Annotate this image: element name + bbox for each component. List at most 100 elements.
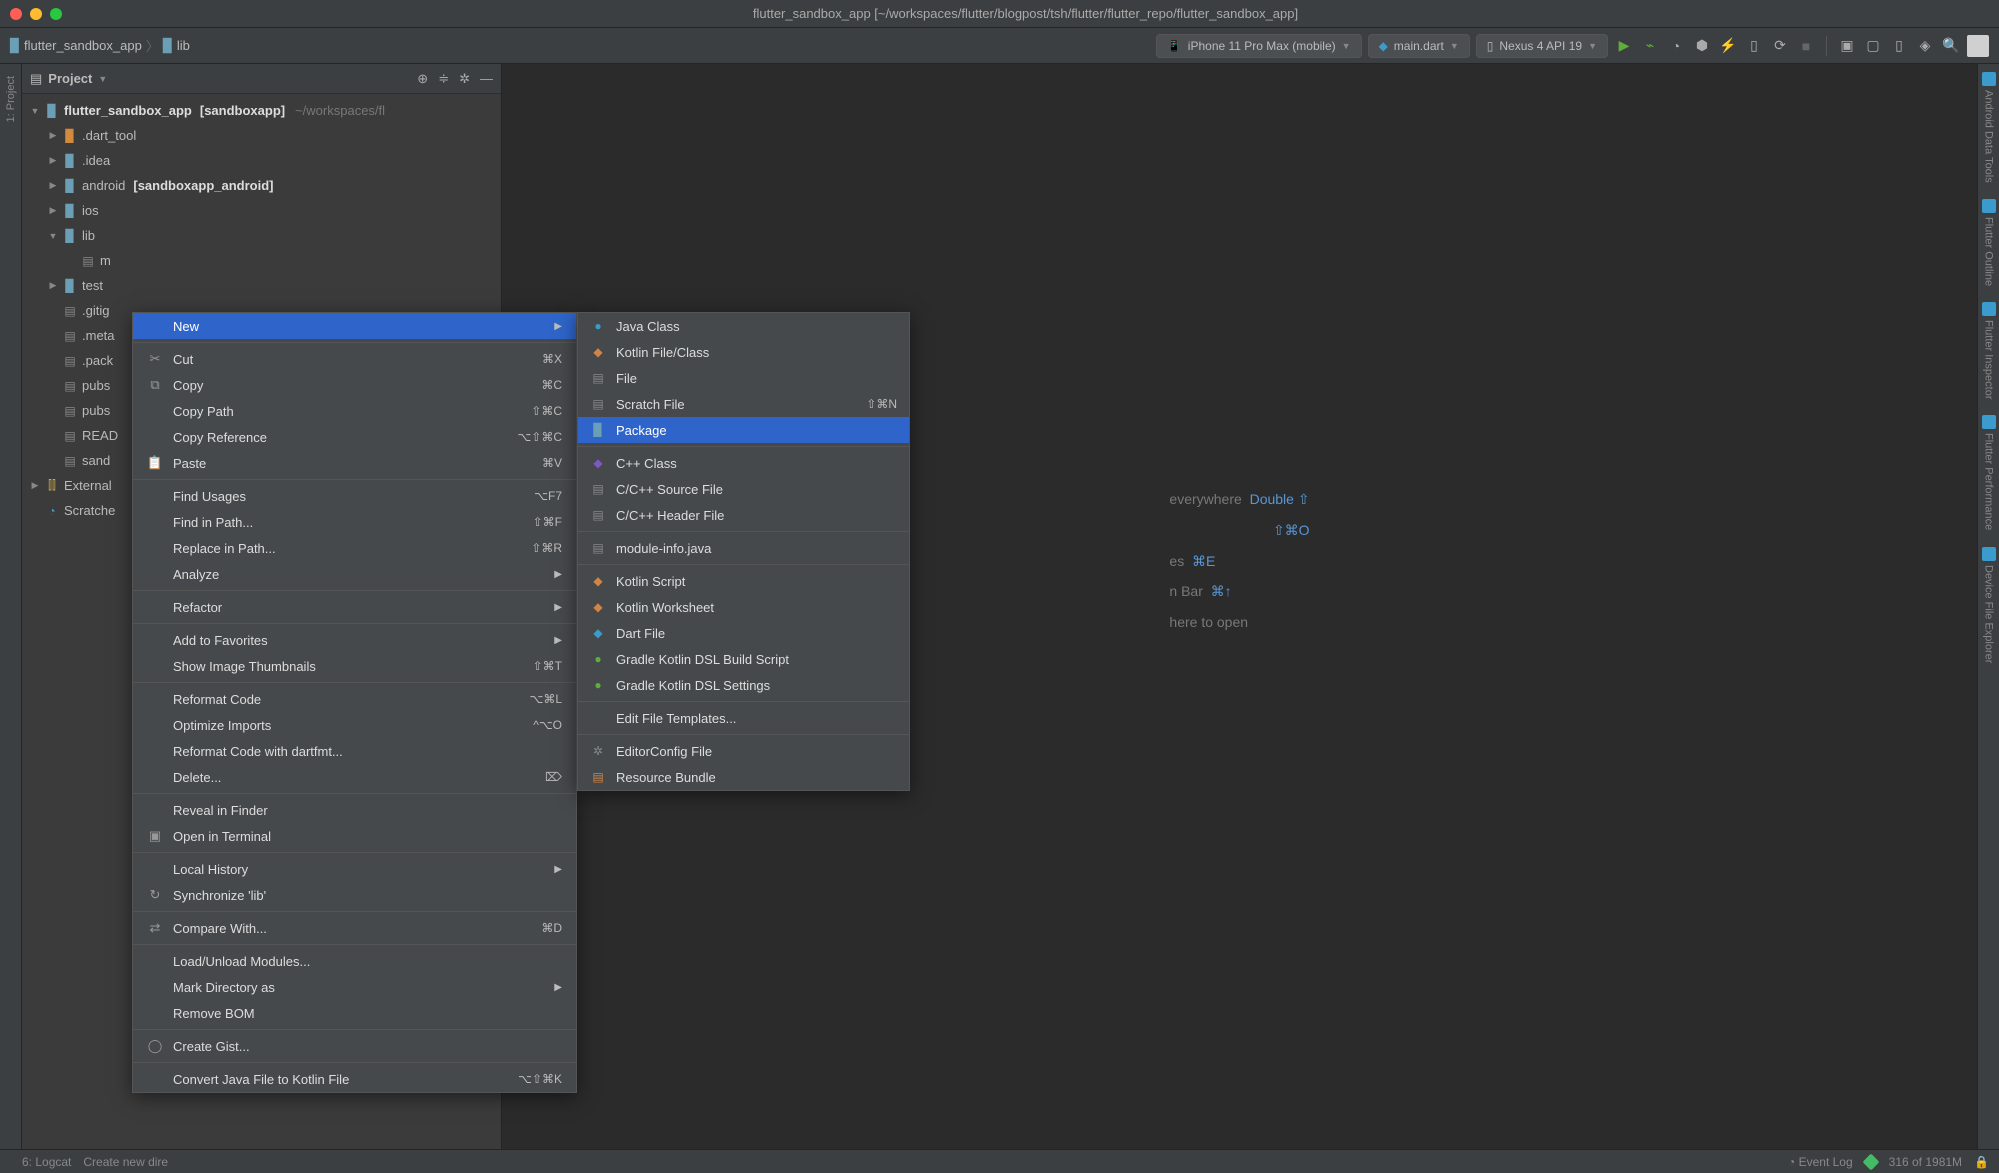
menu-item-reveal-in-finder[interactable]: Reveal in Finder: [133, 797, 576, 823]
submenu-item-c-class[interactable]: ◆C++ Class: [578, 450, 909, 476]
event-log-button[interactable]: ◔ Event Log: [1788, 1155, 1853, 1169]
submenu-item-kotlin-script[interactable]: ◆Kotlin Script: [578, 568, 909, 594]
right-tool-device-file-explorer[interactable]: Device File Explorer: [1982, 547, 1996, 663]
menu-item-reformat-code[interactable]: Reformat Code⌥⌘L: [133, 686, 576, 712]
submenu-item-kotlin-file-class[interactable]: ◆Kotlin File/Class: [578, 339, 909, 365]
right-tool-flutter-outline[interactable]: Flutter Outline: [1982, 199, 1996, 286]
tree-item[interactable]: ▶▉.idea: [22, 148, 501, 173]
hide-button[interactable]: —: [480, 71, 493, 87]
tree-item[interactable]: ▶▉test: [22, 273, 501, 298]
new-submenu[interactable]: ●Java Class◆Kotlin File/Class▤File▤Scrat…: [577, 312, 910, 791]
submenu-item-c-c-header-file[interactable]: ▤C/C++ Header File: [578, 502, 909, 528]
menu-item-local-history[interactable]: Local History▶: [133, 856, 576, 882]
submenu-item-kotlin-worksheet[interactable]: ◆Kotlin Worksheet: [578, 594, 909, 620]
search-icon[interactable]: 🔍: [1941, 36, 1961, 56]
chevron-down-icon[interactable]: ▼: [98, 74, 107, 84]
lock-icon[interactable]: 🔒: [1974, 1155, 1989, 1169]
menu-item-find-in-path[interactable]: Find in Path...⇧⌘F: [133, 509, 576, 535]
submenu-item-resource-bundle[interactable]: ▤Resource Bundle: [578, 764, 909, 790]
submenu-item-edit-file-templates[interactable]: Edit File Templates...: [578, 705, 909, 731]
menu-item-delete[interactable]: Delete...⌦: [133, 764, 576, 790]
hot-reload-button[interactable]: ⚡: [1718, 36, 1738, 56]
menu-item-cut[interactable]: ✂Cut⌘X: [133, 346, 576, 372]
chevron-down-icon: ▼: [1342, 41, 1351, 51]
submenu-item-gradle-kotlin-dsl-build-script[interactable]: ●Gradle Kotlin DSL Build Script: [578, 646, 909, 672]
menu-item-synchronize-lib[interactable]: ↻Synchronize 'lib': [133, 882, 576, 908]
menu-item-load-unload-modules[interactable]: Load/Unload Modules...: [133, 948, 576, 974]
menu-item-show-image-thumbnails[interactable]: Show Image Thumbnails⇧⌘T: [133, 653, 576, 679]
memory-indicator[interactable]: 316 of 1981M: [1889, 1155, 1962, 1169]
collapse-button[interactable]: ≑: [438, 71, 449, 87]
layout-inspector-button[interactable]: ◈: [1915, 36, 1935, 56]
project-panel-title[interactable]: Project: [48, 71, 92, 86]
submenu-item-editorconfig-file[interactable]: ✲EditorConfig File: [578, 738, 909, 764]
right-tool-android-data-tools[interactable]: Android Data Tools: [1982, 72, 1996, 183]
settings-icon[interactable]: ✲: [459, 71, 470, 87]
attach-button[interactable]: ▯: [1744, 36, 1764, 56]
tree-item[interactable]: ▶▉.dart_tool: [22, 123, 501, 148]
menu-item-find-usages[interactable]: Find Usages⌥F7: [133, 483, 576, 509]
menu-item-refactor[interactable]: Refactor▶: [133, 594, 576, 620]
stop-button[interactable]: ■: [1796, 36, 1816, 56]
menu-item-add-to-favorites[interactable]: Add to Favorites▶: [133, 627, 576, 653]
avd-manager-button[interactable]: ▣: [1837, 36, 1857, 56]
submenu-label: C/C++ Source File: [616, 482, 723, 497]
menu-item-copy[interactable]: ⧉Copy⌘C: [133, 372, 576, 398]
right-tool-flutter-inspector[interactable]: Flutter Inspector: [1982, 302, 1996, 399]
gutter-tool-structure[interactable]: 1: Project: [5, 76, 17, 122]
breadcrumb-child: lib: [177, 38, 190, 53]
menu-item-reformat-code-with-dartfmt[interactable]: Reformat Code with dartfmt...: [133, 738, 576, 764]
menu-item-optimize-imports[interactable]: Optimize Imports^⌥O: [133, 712, 576, 738]
submenu-item-module-info-java[interactable]: ▤module-info.java: [578, 535, 909, 561]
menu-item-compare-with[interactable]: ⇄Compare With...⌘D: [133, 915, 576, 941]
debug-button[interactable]: ⌁: [1640, 36, 1660, 56]
sdk-manager-button[interactable]: ▢: [1863, 36, 1883, 56]
submenu-item-scratch-file[interactable]: ▤Scratch File⇧⌘N: [578, 391, 909, 417]
submenu-icon: ◆: [590, 456, 606, 470]
tree-item[interactable]: ▤m: [22, 248, 501, 273]
status-indicator-icon: [1862, 1153, 1879, 1170]
profile-button[interactable]: ◔: [1666, 36, 1686, 56]
menu-item-copy-path[interactable]: Copy Path⇧⌘C: [133, 398, 576, 424]
submenu-item-c-c-source-file[interactable]: ▤C/C++ Source File: [578, 476, 909, 502]
tool-icon: [1982, 199, 1996, 213]
menu-item-replace-in-path[interactable]: Replace in Path...⇧⌘R: [133, 535, 576, 561]
close-window-button[interactable]: [10, 8, 22, 20]
menu-item-convert-java-file-to-kotlin-file[interactable]: Convert Java File to Kotlin File⌥⇧⌘K: [133, 1066, 576, 1092]
submenu-item-file[interactable]: ▤File: [578, 365, 909, 391]
menu-item-open-in-terminal[interactable]: ▣Open in Terminal: [133, 823, 576, 849]
right-tool-flutter-performance[interactable]: Flutter Performance: [1982, 415, 1996, 530]
device-selector[interactable]: 📱 iPhone 11 Pro Max (mobile) ▼: [1156, 34, 1362, 58]
flutter-hot-restart-button[interactable]: ⟳: [1770, 36, 1790, 56]
submenu-item-gradle-kotlin-dsl-settings[interactable]: ●Gradle Kotlin DSL Settings: [578, 672, 909, 698]
menu-item-copy-reference[interactable]: Copy Reference⌥⇧⌘C: [133, 424, 576, 450]
menu-shortcut: ⇧⌘F: [533, 515, 562, 529]
zoom-window-button[interactable]: [50, 8, 62, 20]
minimize-window-button[interactable]: [30, 8, 42, 20]
menu-label: Remove BOM: [173, 1006, 255, 1021]
menu-item-new[interactable]: New▶: [133, 313, 576, 339]
breadcrumb[interactable]: ▉ flutter_sandbox_app 〉 ▉ lib: [10, 36, 190, 55]
emulator-selector[interactable]: ▯ Nexus 4 API 19 ▼: [1476, 34, 1608, 58]
tree-root[interactable]: ▼ ▉ flutter_sandbox_app [sandboxapp] ~/w…: [22, 98, 501, 123]
user-avatar[interactable]: [1967, 35, 1989, 57]
menu-item-paste[interactable]: 📋Paste⌘V: [133, 450, 576, 476]
locate-button[interactable]: ⊕: [417, 71, 428, 87]
sync-button[interactable]: ▯: [1889, 36, 1909, 56]
run-button[interactable]: ▶: [1614, 36, 1634, 56]
submenu-item-java-class[interactable]: ●Java Class: [578, 313, 909, 339]
menu-item-analyze[interactable]: Analyze▶: [133, 561, 576, 587]
menu-label: Analyze: [173, 567, 219, 582]
run-config-selector[interactable]: ◆ main.dart ▼: [1368, 34, 1470, 58]
context-menu[interactable]: New▶ ✂Cut⌘X⧉Copy⌘CCopy Path⇧⌘CCopy Refere…: [132, 312, 577, 1093]
coverage-button[interactable]: ⬢: [1692, 36, 1712, 56]
menu-item-create-gist[interactable]: ◯Create Gist...: [133, 1033, 576, 1059]
tree-item[interactable]: ▶▉android[sandboxapp_android]: [22, 173, 501, 198]
submenu-item-package[interactable]: ▉Package: [578, 417, 909, 443]
menu-item-remove-bom[interactable]: Remove BOM: [133, 1000, 576, 1026]
tree-item[interactable]: ▶▉ios: [22, 198, 501, 223]
logcat-tool-button[interactable]: 6: Logcat: [22, 1155, 71, 1169]
tree-item[interactable]: ▼▉lib: [22, 223, 501, 248]
submenu-item-dart-file[interactable]: ◆Dart File: [578, 620, 909, 646]
menu-item-mark-directory-as[interactable]: Mark Directory as▶: [133, 974, 576, 1000]
